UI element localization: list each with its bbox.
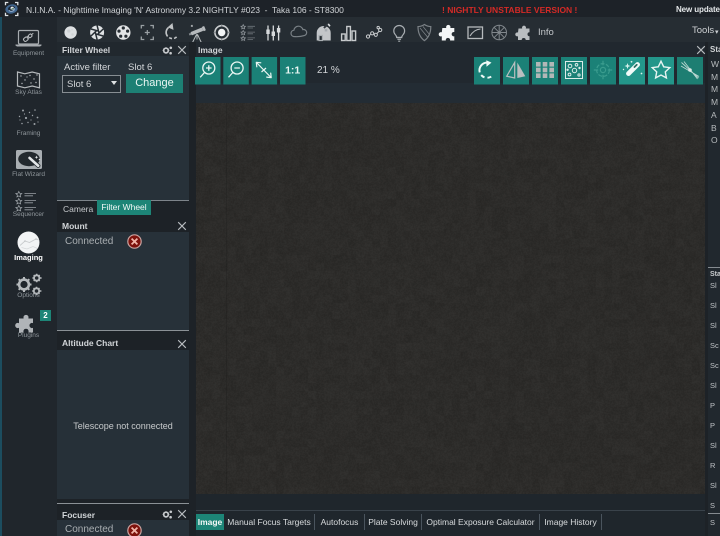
svg-text:1:1: 1:1 [285,65,300,77]
